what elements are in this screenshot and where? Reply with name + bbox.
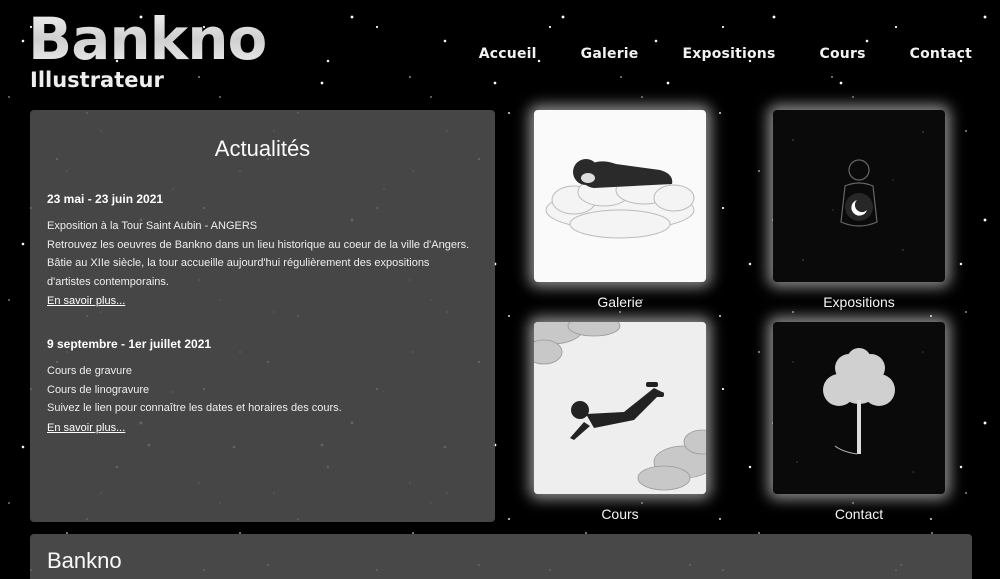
nav-contact[interactable]: Contact bbox=[910, 46, 972, 62]
tile-caption[interactable]: Cours bbox=[534, 506, 706, 522]
read-more-link[interactable]: En savoir plus... bbox=[47, 422, 125, 434]
contact-image[interactable] bbox=[773, 322, 945, 494]
news-text: Retrouvez les oeuvres de Bankno dans un … bbox=[47, 238, 470, 251]
tile-caption[interactable]: Expositions bbox=[773, 294, 945, 310]
tile-caption[interactable]: Galerie bbox=[534, 294, 706, 310]
news-panel: Actualités 23 mai - 23 juin 2021 Exposit… bbox=[30, 110, 495, 522]
news-date: 23 mai - 23 juin 2021 bbox=[47, 192, 164, 206]
nav-expositions[interactable]: Expositions bbox=[683, 46, 776, 62]
cours-image[interactable] bbox=[534, 322, 706, 494]
news-text: Bâtie au XIIe siècle, la tour accueille … bbox=[47, 257, 430, 269]
news-text: Cours de gravure bbox=[47, 365, 132, 377]
nav-galerie[interactable]: Galerie bbox=[581, 46, 639, 62]
news-item: 9 septembre - 1er juillet 2021 Cours de … bbox=[47, 337, 478, 436]
main-nav: Accueil Galerie Expositions Cours Contac… bbox=[479, 46, 972, 62]
tile-galerie[interactable]: Galerie bbox=[534, 110, 706, 310]
news-heading: Actualités bbox=[214, 136, 311, 161]
tile-contact[interactable]: Contact bbox=[773, 322, 945, 522]
tile-expositions[interactable]: Expositions bbox=[773, 110, 945, 310]
nav-accueil[interactable]: Accueil bbox=[479, 46, 537, 62]
expositions-image[interactable] bbox=[773, 110, 945, 282]
news-text: Cours de linogravure bbox=[47, 383, 150, 396]
news-date: 9 septembre - 1er juillet 2021 bbox=[47, 337, 212, 351]
news-text: Exposition à la Tour Saint Aubin - ANGER… bbox=[47, 220, 258, 232]
nav-cours[interactable]: Cours bbox=[820, 46, 866, 62]
news-text: Suivez le lien pour connaître les dates … bbox=[47, 402, 342, 414]
footer-title: Bankno bbox=[47, 548, 122, 573]
site-logo[interactable]: Bankno Illustrateur bbox=[28, 5, 267, 92]
news-text: d'artistes contemporains. bbox=[47, 275, 169, 288]
site-title: Bankno bbox=[28, 5, 267, 73]
tile-cours[interactable]: Cours bbox=[534, 322, 706, 522]
tile-caption[interactable]: Contact bbox=[773, 506, 945, 522]
news-item: 23 mai - 23 juin 2021 Exposition à la To… bbox=[47, 192, 478, 309]
galerie-image[interactable] bbox=[534, 110, 706, 282]
read-more-link[interactable]: En savoir plus... bbox=[47, 295, 125, 307]
footer-panel: Bankno bbox=[30, 534, 972, 579]
